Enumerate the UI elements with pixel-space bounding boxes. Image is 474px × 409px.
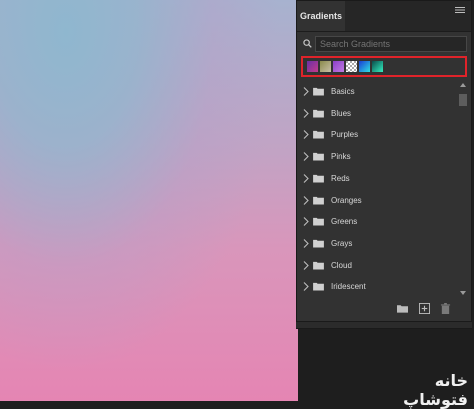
violet-swatch[interactable] bbox=[333, 61, 344, 72]
document-canvas[interactable] bbox=[0, 0, 298, 401]
scroll-thumb[interactable] bbox=[459, 94, 467, 106]
folder-label: Cloud bbox=[331, 260, 352, 270]
folder-label: Reds bbox=[331, 173, 350, 183]
folder-icon bbox=[313, 239, 324, 248]
folder-icon bbox=[313, 109, 324, 118]
chevron-right-icon[interactable] bbox=[303, 260, 309, 270]
gradients-panel: Gradients Basics Blues Purples Pinks Reds Ora… bbox=[296, 0, 472, 322]
delete-icon[interactable] bbox=[440, 303, 451, 314]
panel-tab-bar: Gradients bbox=[297, 1, 471, 32]
folder-item-cloud[interactable]: Cloud bbox=[297, 255, 457, 277]
folder-item-blues[interactable]: Blues bbox=[297, 103, 457, 125]
search-icon bbox=[303, 39, 312, 48]
folder-icon bbox=[313, 196, 324, 205]
panel-footer bbox=[297, 297, 471, 321]
chevron-right-icon[interactable] bbox=[303, 130, 309, 140]
search-gradients-input[interactable] bbox=[315, 36, 467, 52]
folder-icon bbox=[313, 261, 324, 270]
checker-swatch[interactable] bbox=[346, 61, 357, 72]
olive-swatch[interactable] bbox=[320, 61, 331, 72]
blue-cyan-swatch[interactable] bbox=[359, 61, 370, 72]
folder-item-greens[interactable]: Greens bbox=[297, 211, 457, 233]
folder-item-reds[interactable]: Reds bbox=[297, 168, 457, 190]
panel-scrollbar[interactable] bbox=[459, 81, 467, 297]
purple-swatch[interactable] bbox=[307, 61, 318, 72]
site-watermark: خانه فتوشاپ bbox=[403, 371, 468, 409]
folder-label: Iridescent bbox=[331, 282, 366, 292]
chevron-right-icon[interactable] bbox=[303, 108, 309, 118]
chevron-right-icon[interactable] bbox=[303, 217, 309, 227]
folder-icon bbox=[313, 174, 324, 183]
folder-item-grays[interactable]: Grays bbox=[297, 233, 457, 255]
scroll-down-arrow-icon[interactable] bbox=[460, 291, 466, 295]
folder-icon bbox=[313, 152, 324, 161]
folder-label: Basics bbox=[331, 87, 355, 96]
recent-gradients-row bbox=[301, 56, 467, 77]
folder-item-purples[interactable]: Purples bbox=[297, 124, 457, 146]
folder-label: Greens bbox=[331, 217, 358, 227]
tab-gradients[interactable]: Gradients bbox=[297, 1, 345, 31]
folder-item-iridescent[interactable]: Iridescent bbox=[297, 276, 457, 298]
chevron-right-icon[interactable] bbox=[303, 173, 309, 183]
new-group-folder-icon[interactable] bbox=[397, 303, 408, 314]
panel-bottom-edge bbox=[296, 322, 472, 329]
chevron-right-icon[interactable] bbox=[303, 282, 309, 292]
folder-item-oranges[interactable]: Oranges bbox=[297, 190, 457, 212]
teal-swatch[interactable] bbox=[372, 61, 383, 72]
scroll-up-arrow-icon[interactable] bbox=[460, 83, 466, 87]
folder-icon bbox=[313, 218, 324, 226]
folder-icon bbox=[313, 87, 324, 96]
panel-menu-icon[interactable] bbox=[455, 5, 465, 15]
new-gradient-icon[interactable] bbox=[419, 303, 430, 314]
chevron-right-icon[interactable] bbox=[303, 87, 309, 96]
folder-label: Purples bbox=[331, 130, 359, 140]
folder-icon bbox=[313, 131, 324, 139]
folder-label: Pinks bbox=[331, 152, 351, 162]
folder-label: Grays bbox=[331, 238, 353, 248]
folder-label: Blues bbox=[331, 108, 352, 118]
search-row bbox=[297, 35, 471, 53]
chevron-right-icon[interactable] bbox=[303, 195, 309, 205]
chevron-right-icon[interactable] bbox=[303, 152, 309, 161]
folder-icon bbox=[313, 283, 324, 291]
folder-label: Oranges bbox=[331, 195, 362, 205]
folder-item-basics[interactable]: Basics bbox=[297, 81, 457, 103]
chevron-right-icon[interactable] bbox=[303, 239, 309, 248]
gradient-folder-list: Basics Blues Purples Pinks Reds Oranges Greens… bbox=[297, 81, 457, 297]
folder-item-pinks[interactable]: Pinks bbox=[297, 146, 457, 168]
